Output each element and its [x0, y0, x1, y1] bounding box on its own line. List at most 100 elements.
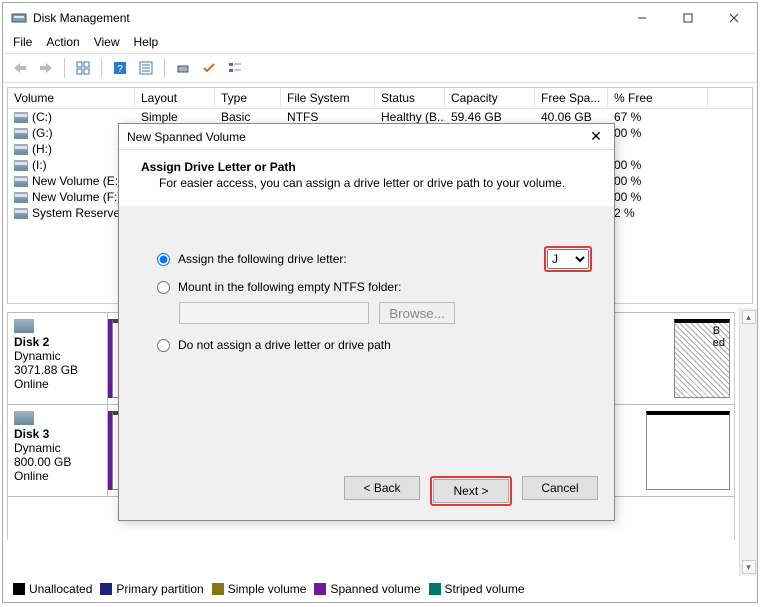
drive-letter-highlight: J: [544, 246, 592, 272]
grid-icon[interactable]: [72, 57, 94, 79]
forward-icon[interactable]: [35, 57, 57, 79]
back-icon[interactable]: [9, 57, 31, 79]
col-pct[interactable]: % Free: [608, 88, 708, 108]
drive-letter-select[interactable]: J: [547, 249, 589, 269]
mount-path-input: [179, 302, 369, 324]
legend-swatch: [100, 583, 112, 595]
volume-name: (C:): [32, 110, 52, 124]
legend-label: Spanned volume: [330, 582, 420, 596]
legend-item: Spanned volume: [314, 582, 420, 596]
disk-scrollbar[interactable]: ▴ ▾: [739, 308, 757, 576]
maximize-button[interactable]: [665, 3, 711, 33]
dialog-title: New Spanned Volume: [127, 130, 586, 144]
next-button[interactable]: Next >: [433, 479, 509, 503]
legend-label: Striped volume: [445, 582, 525, 596]
volume-name: (G:): [32, 126, 53, 140]
volume-name: New Volume (F:): [32, 190, 121, 204]
drive-icon: [14, 112, 28, 123]
legend-swatch: [429, 583, 441, 595]
disk-state: Online: [14, 377, 49, 391]
disk-info[interactable]: Disk 2 Dynamic 3071.88 GB Online: [8, 313, 108, 404]
toolbar: ?: [3, 53, 757, 83]
col-capacity[interactable]: Capacity: [445, 88, 535, 108]
menu-action[interactable]: Action: [46, 35, 79, 49]
menubar: File Action View Help: [3, 33, 757, 53]
col-volume[interactable]: Volume: [8, 88, 135, 108]
col-free[interactable]: Free Spa...: [535, 88, 608, 108]
legend-swatch: [212, 583, 224, 595]
menu-view[interactable]: View: [94, 35, 120, 49]
dialog-buttons: < Back Next > Cancel: [119, 466, 614, 520]
menu-help[interactable]: Help: [134, 35, 159, 49]
list-icon[interactable]: [224, 57, 246, 79]
disk-state: Online: [14, 469, 49, 483]
table-header: Volume Layout Type File System Status Ca…: [8, 88, 752, 109]
legend-item: Striped volume: [429, 582, 525, 596]
drive-icon: [14, 128, 28, 139]
svg-text:?: ?: [117, 64, 123, 75]
dialog-header: Assign Drive Letter or Path For easier a…: [119, 150, 614, 206]
drive-icon: [14, 160, 28, 171]
col-type[interactable]: Type: [215, 88, 281, 108]
option-none-label: Do not assign a drive letter or drive pa…: [178, 338, 391, 352]
titlebar: Disk Management: [3, 3, 757, 33]
scroll-down-icon[interactable]: ▾: [742, 560, 756, 574]
option-assign-label: Assign the following drive letter:: [178, 252, 492, 266]
legend-item: Primary partition: [100, 582, 203, 596]
disk-info[interactable]: Disk 3 Dynamic 800.00 GB Online: [8, 405, 108, 496]
legend-swatch: [314, 583, 326, 595]
legend-label: Primary partition: [116, 582, 203, 596]
volume-name: New Volume (E:): [32, 174, 122, 188]
disk-size: 3071.88 GB: [14, 363, 78, 377]
dialog-subtext: For easier access, you can assign a driv…: [159, 176, 592, 190]
browse-button: Browse...: [379, 302, 455, 324]
disk-dynamic: Dynamic: [14, 349, 61, 363]
volume-name: System Reserved: [32, 206, 127, 220]
legend: Unallocated Primary partition Simple volum…: [3, 576, 757, 602]
disk-dynamic: Dynamic: [14, 441, 61, 455]
drive-icon: [14, 208, 28, 219]
check-icon[interactable]: [198, 57, 220, 79]
option-no-letter[interactable]: Do not assign a drive letter or drive pa…: [157, 338, 592, 352]
legend-item: Simple volume: [212, 582, 307, 596]
disk-size: 800.00 GB: [14, 455, 71, 469]
disk-icon: [14, 411, 34, 425]
legend-label: Simple volume: [228, 582, 307, 596]
radio-assign-letter[interactable]: [157, 253, 170, 266]
legend-swatch: [13, 583, 25, 595]
radio-no-letter[interactable]: [157, 339, 170, 352]
col-status[interactable]: Status: [375, 88, 445, 108]
drive-icon: [14, 144, 28, 155]
option-mount-folder[interactable]: Mount in the following empty NTFS folder…: [157, 280, 592, 294]
help-icon[interactable]: ?: [109, 57, 131, 79]
app-icon: [11, 10, 27, 26]
volume-name: (H:): [32, 142, 52, 156]
close-button[interactable]: [711, 3, 757, 33]
col-fs[interactable]: File System: [281, 88, 375, 108]
dialog-close-icon[interactable]: ✕: [586, 128, 606, 145]
legend-label: Unallocated: [29, 582, 92, 596]
radio-mount-folder[interactable]: [157, 281, 170, 294]
window-title: Disk Management: [33, 11, 619, 25]
wizard-dialog: New Spanned Volume ✕ Assign Drive Letter…: [118, 123, 615, 521]
cancel-button[interactable]: Cancel: [522, 476, 598, 500]
menu-file[interactable]: File: [13, 35, 32, 49]
drive-icon: [14, 176, 28, 187]
legend-item: Unallocated: [13, 582, 92, 596]
scroll-up-icon[interactable]: ▴: [742, 310, 756, 324]
refresh-icon[interactable]: [172, 57, 194, 79]
next-highlight: Next >: [430, 476, 512, 506]
props-icon[interactable]: [135, 57, 157, 79]
disk-name: Disk 3: [14, 427, 49, 441]
partition[interactable]: [646, 411, 730, 490]
option-mount-label: Mount in the following empty NTFS folder…: [178, 280, 401, 294]
option-assign-letter[interactable]: Assign the following drive letter: J: [157, 246, 592, 272]
col-layout[interactable]: Layout: [135, 88, 215, 108]
back-button[interactable]: < Back: [344, 476, 420, 500]
dialog-titlebar: New Spanned Volume ✕: [119, 124, 614, 150]
dialog-heading: Assign Drive Letter or Path: [141, 160, 592, 174]
drive-icon: [14, 192, 28, 203]
disk-icon: [14, 319, 34, 333]
partition[interactable]: B ed: [674, 319, 730, 398]
minimize-button[interactable]: [619, 3, 665, 33]
